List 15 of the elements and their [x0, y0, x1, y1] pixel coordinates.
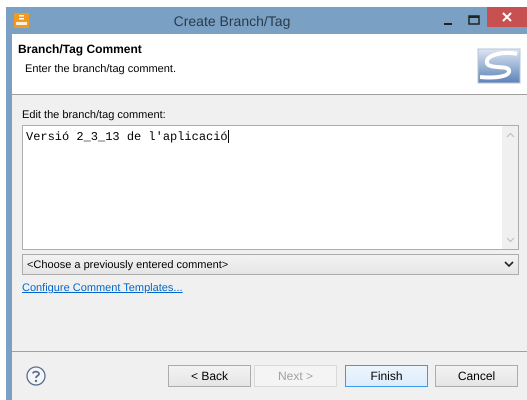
- wizard-button[interactable]: Cancel: [435, 365, 518, 387]
- app-logo-icon: [14, 13, 29, 28]
- dropdown-caret-icon[interactable]: [504, 261, 514, 268]
- page-description: Enter the branch/tag comment.: [25, 63, 178, 75]
- wizard-banner-icon: [477, 46, 521, 86]
- help-icon[interactable]: [26, 366, 46, 386]
- window-title: Create Branch/Tag: [172, 12, 292, 28]
- wizard-button[interactable]: < Back: [168, 365, 251, 387]
- page-title: Branch/Tag Comment: [18, 42, 143, 56]
- close-button[interactable]: [487, 7, 527, 27]
- close-icon[interactable]: [501, 11, 513, 23]
- wizard-button[interactable]: Finish: [345, 365, 428, 387]
- previous-comment-dropdown[interactable]: <Choose a previously entered comment>: [22, 254, 519, 275]
- configure-templates-link[interactable]: Configure Comment Templates...: [22, 282, 183, 294]
- comment-label: Edit the branch/tag comment:: [22, 109, 167, 121]
